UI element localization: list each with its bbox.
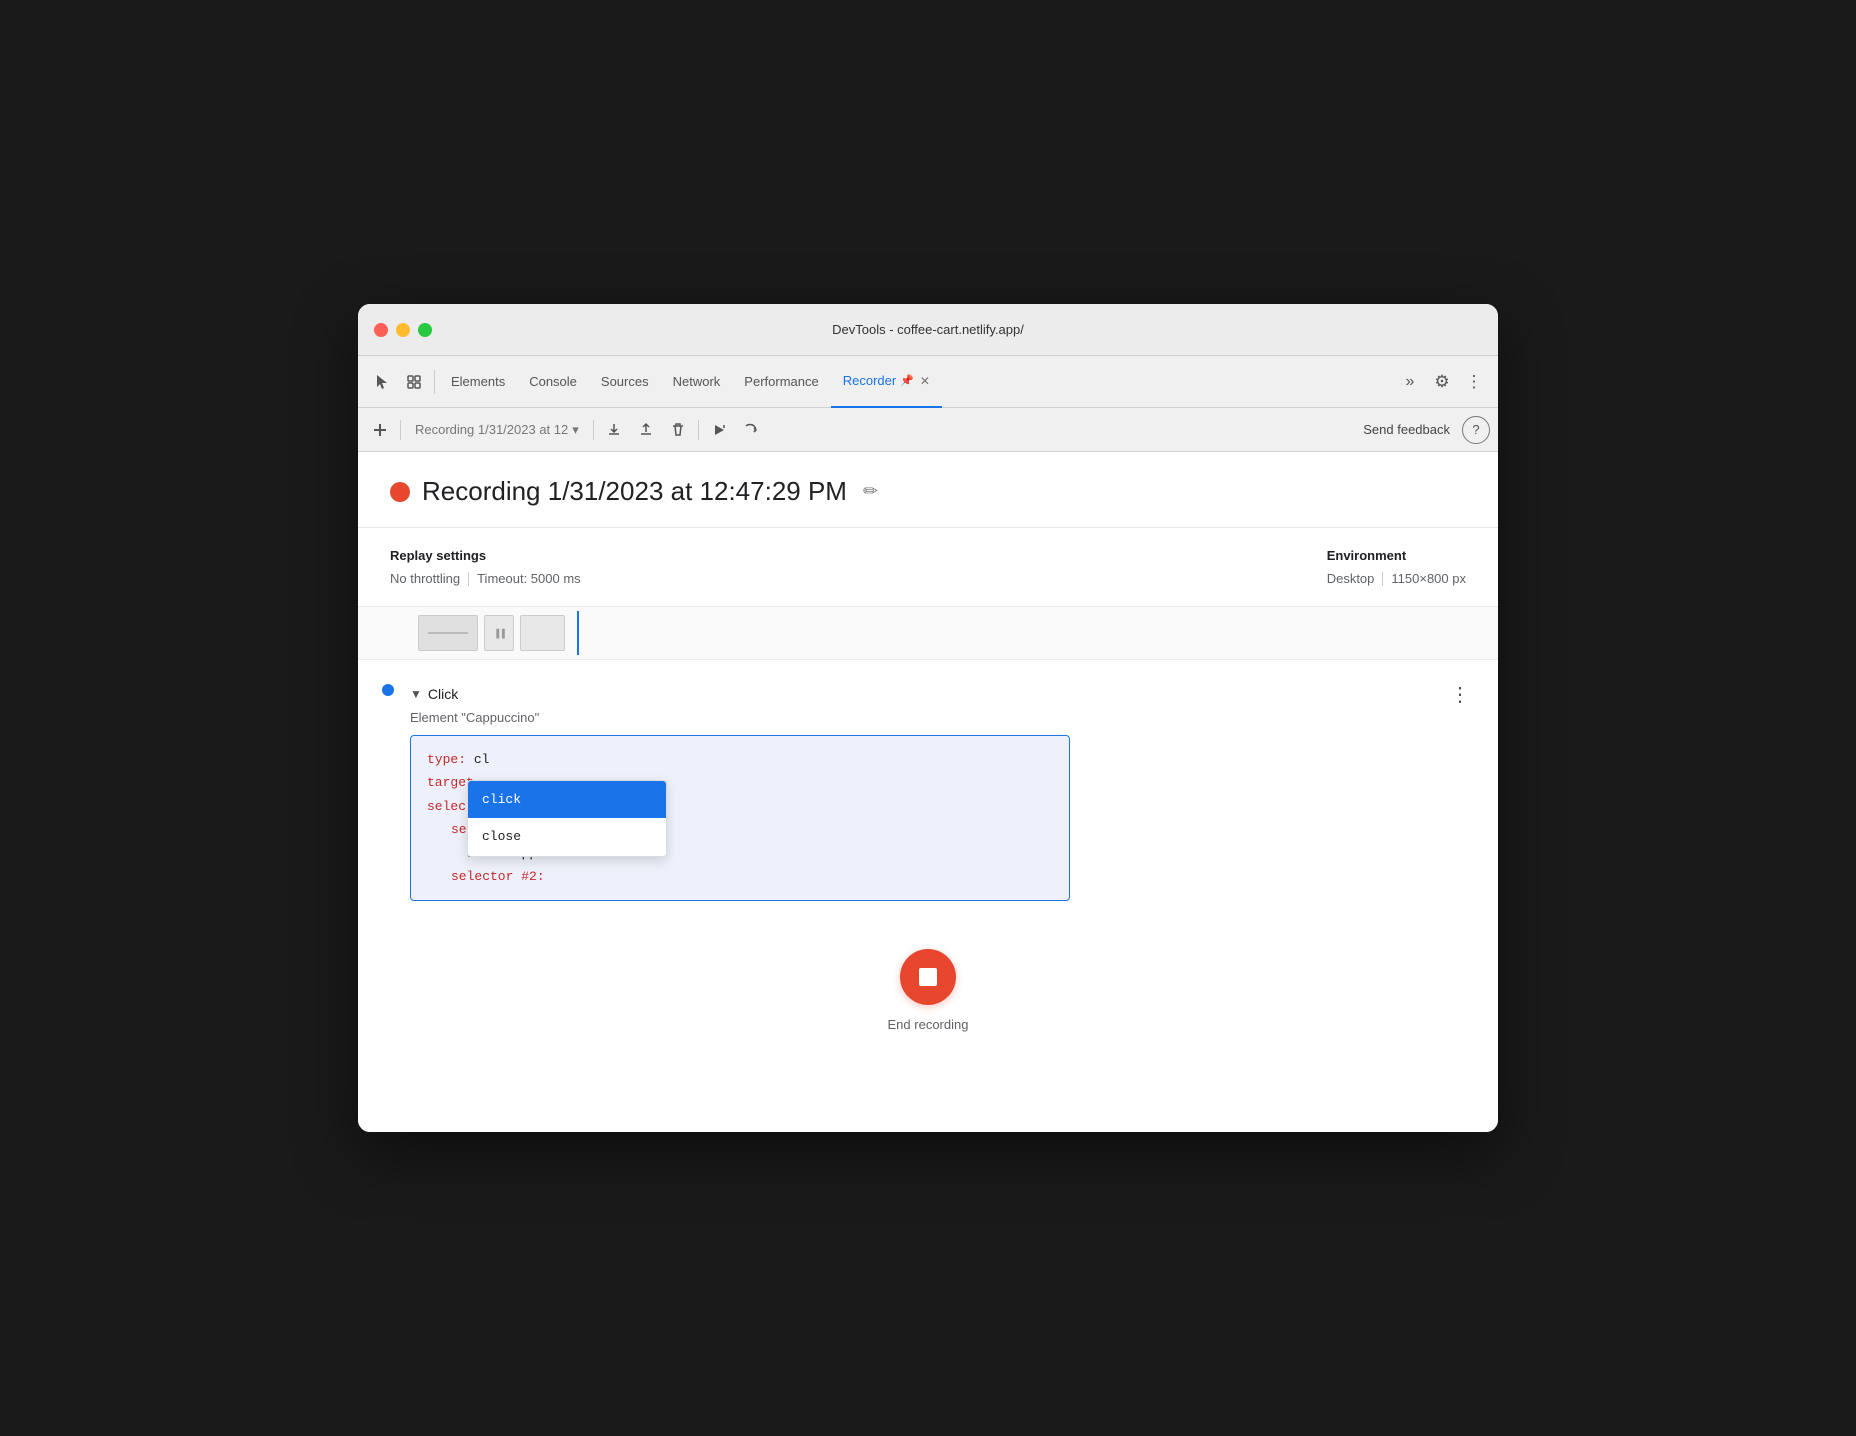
export-button[interactable] bbox=[600, 416, 628, 444]
code-editor[interactable]: type: cl target select selector #1: bbox=[410, 735, 1070, 901]
stop-recording-button[interactable] bbox=[900, 949, 956, 1005]
steps-container: ▼ Click ⋮ Element "Cappuccino" type: cl … bbox=[358, 660, 1498, 909]
pin-icon: 📌 bbox=[900, 374, 914, 387]
code-line-selector2: selector #2: bbox=[427, 865, 1053, 888]
more-tabs-button[interactable]: » bbox=[1394, 366, 1426, 398]
tab-close-icon[interactable]: ✕ bbox=[920, 374, 930, 388]
settings-button[interactable]: ⚙ bbox=[1426, 366, 1458, 398]
chevron-down-icon: ▾ bbox=[572, 422, 579, 438]
timeline-bar: ▐▐ bbox=[358, 607, 1498, 660]
window-title: DevTools - coffee-cart.netlify.app/ bbox=[832, 322, 1024, 337]
timeline-previews: ▐▐ bbox=[418, 607, 565, 659]
autocomplete-item-close[interactable]: close bbox=[468, 818, 666, 855]
environment-group: Environment Desktop 1150×800 px bbox=[1327, 548, 1466, 586]
step-content: ▼ Click ⋮ Element "Cappuccino" type: cl … bbox=[410, 680, 1474, 901]
timeline-thumbnail-1 bbox=[418, 615, 478, 651]
type-value: cl bbox=[474, 752, 490, 767]
devtools-window: DevTools - coffee-cart.netlify.app/ Elem… bbox=[358, 304, 1498, 1132]
step-type: Click bbox=[428, 686, 458, 702]
step-expand-icon[interactable]: ▼ bbox=[410, 687, 422, 701]
replay-button[interactable] bbox=[705, 416, 733, 444]
replay-settings-label: Replay settings bbox=[390, 548, 581, 563]
step-dot bbox=[382, 684, 394, 696]
title-bar: DevTools - coffee-cart.netlify.app/ bbox=[358, 304, 1498, 356]
tab-performance[interactable]: Performance bbox=[732, 356, 830, 408]
recording-title: Recording 1/31/2023 at 12:47:29 PM bbox=[422, 476, 847, 507]
devtools-tab-bar: Elements Console Sources Network Perform… bbox=[358, 356, 1498, 408]
end-recording-area: End recording bbox=[358, 909, 1498, 1064]
recording-indicator bbox=[390, 482, 410, 502]
timeline-cursor bbox=[577, 611, 579, 655]
menu-button[interactable]: ⋮ bbox=[1458, 366, 1490, 398]
environment-values: Desktop 1150×800 px bbox=[1327, 571, 1466, 586]
desktop-value: Desktop bbox=[1327, 571, 1375, 586]
tab-network[interactable]: Network bbox=[661, 356, 733, 408]
timeline-thumbnail-3 bbox=[520, 615, 565, 651]
code-line-type: type: cl bbox=[427, 748, 1053, 771]
new-recording-button[interactable] bbox=[366, 416, 394, 444]
edit-title-icon[interactable]: ✏ bbox=[863, 481, 878, 502]
traffic-lights bbox=[374, 323, 432, 337]
tab-recorder[interactable]: Recorder 📌 ✕ bbox=[831, 356, 942, 408]
step-description: Element "Cappuccino" bbox=[410, 710, 1474, 725]
minimize-button[interactable] bbox=[396, 323, 410, 337]
stop-icon bbox=[919, 968, 937, 986]
type-key: type: bbox=[427, 752, 466, 767]
help-button[interactable]: ? bbox=[1462, 416, 1490, 444]
end-recording-label: End recording bbox=[888, 1017, 969, 1032]
delete-button[interactable] bbox=[664, 416, 692, 444]
import-button[interactable] bbox=[632, 416, 660, 444]
send-feedback-button[interactable]: Send feedback bbox=[1355, 418, 1458, 441]
fullscreen-button[interactable] bbox=[418, 323, 432, 337]
step-row: ▼ Click ⋮ Element "Cappuccino" type: cl … bbox=[382, 672, 1474, 909]
toolbar-separator-2 bbox=[593, 420, 594, 440]
replay-settings-bar: Replay settings No throttling Timeout: 5… bbox=[358, 528, 1498, 607]
recorder-toolbar: Recording 1/31/2023 at 12 ▾ bbox=[358, 408, 1498, 452]
selector2-key: selector #2: bbox=[427, 869, 545, 884]
tab-sources[interactable]: Sources bbox=[589, 356, 661, 408]
step-header: ▼ Click ⋮ bbox=[410, 680, 1474, 708]
cursor-icon[interactable] bbox=[366, 366, 398, 398]
tab-elements[interactable]: Elements bbox=[439, 356, 517, 408]
throttling-value: No throttling bbox=[390, 571, 460, 586]
viewport-value: 1150×800 px bbox=[1391, 571, 1466, 586]
tab-console[interactable]: Console bbox=[517, 356, 589, 408]
replay-settings-group: Replay settings No throttling Timeout: 5… bbox=[390, 548, 581, 586]
environment-label: Environment bbox=[1327, 548, 1466, 563]
toolbar-separator-3 bbox=[698, 420, 699, 440]
replay-settings-values: No throttling Timeout: 5000 ms bbox=[390, 571, 581, 586]
toolbar-separator-1 bbox=[400, 420, 401, 440]
tab-divider-1 bbox=[434, 370, 435, 394]
timeout-value: Timeout: 5000 ms bbox=[477, 571, 581, 586]
step-replay-button[interactable] bbox=[737, 416, 765, 444]
layers-icon[interactable] bbox=[398, 366, 430, 398]
step-more-button[interactable]: ⋮ bbox=[1446, 680, 1474, 708]
close-button[interactable] bbox=[374, 323, 388, 337]
recording-selector[interactable]: Recording 1/31/2023 at 12 ▾ bbox=[407, 418, 587, 442]
autocomplete-dropdown: click close bbox=[467, 780, 667, 857]
recording-header: Recording 1/31/2023 at 12:47:29 PM ✏ bbox=[358, 452, 1498, 528]
autocomplete-item-click[interactable]: click bbox=[468, 781, 666, 818]
timeline-thumbnail-2: ▐▐ bbox=[484, 615, 514, 651]
main-content: Recording 1/31/2023 at 12:47:29 PM ✏ Rep… bbox=[358, 452, 1498, 1132]
